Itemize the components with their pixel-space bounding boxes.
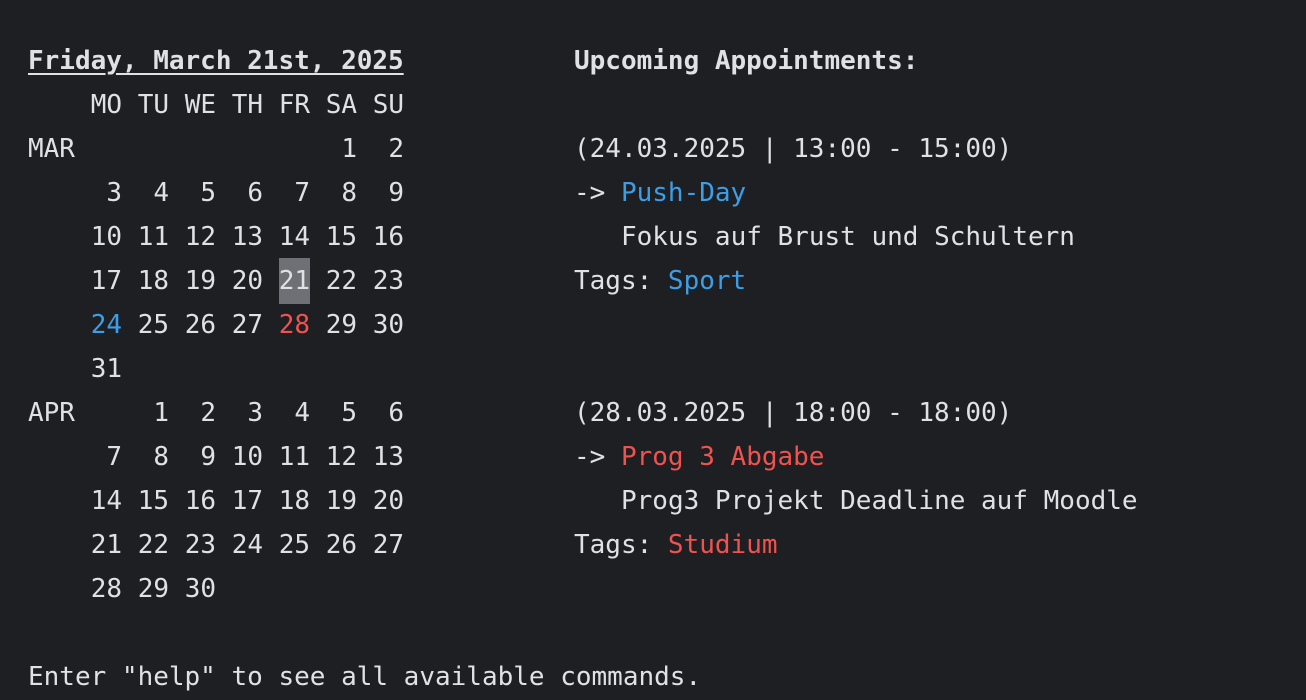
calendar-day[interactable]: 10 <box>75 215 122 259</box>
tag: Sport <box>667 266 747 296</box>
calendar-day[interactable]: 30 <box>357 303 404 347</box>
calendar-day[interactable]: 20 <box>357 479 404 523</box>
calendar-day[interactable]: 17 <box>216 479 263 523</box>
tags-label: Tags: <box>574 530 668 560</box>
calendar-day[interactable]: 19 <box>169 259 216 303</box>
calendar-day[interactable]: 1 <box>122 391 169 435</box>
current-date-title: Friday, March 21st, 2025 <box>28 46 404 76</box>
calendar-day[interactable]: 25 <box>263 523 310 567</box>
calendar-day[interactable]: 5 <box>310 391 357 435</box>
appointment-tags: Tags: Studium <box>574 523 778 567</box>
appointment-title: Push-Day <box>620 178 747 208</box>
weekday-label: TU <box>137 90 169 120</box>
calendar-day[interactable]: 31 <box>75 347 122 391</box>
calendar-day[interactable]: 26 <box>169 303 216 347</box>
weekday-label: WE <box>184 90 216 120</box>
calendar-day-with-appointment[interactable]: 24 <box>75 303 122 347</box>
calendar-day[interactable]: 28 <box>75 567 122 611</box>
calendar-day[interactable]: 26 <box>310 523 357 567</box>
calendar-day[interactable]: 18 <box>122 259 169 303</box>
calendar-day[interactable]: 24 <box>216 523 263 567</box>
calendar-day[interactable]: 25 <box>122 303 169 347</box>
calendar-day[interactable]: 5 <box>169 171 216 215</box>
weekday-label: SA <box>325 90 357 120</box>
appointment-datetime: (28.03.2025 | 18:00 - 18:00) <box>574 398 1013 428</box>
calendar-day[interactable]: 15 <box>310 215 357 259</box>
upcoming-appointments-heading: Upcoming Appointments: <box>574 46 919 76</box>
calendar-day-with-appointment[interactable]: 28 <box>263 303 310 347</box>
calendar-day[interactable]: 23 <box>169 523 216 567</box>
appointment-description: Prog3 Projekt Deadline auf Moodle <box>621 486 1138 516</box>
appointment-title: Prog 3 Abgabe <box>620 442 825 472</box>
calendar-day[interactable]: 7 <box>263 171 310 215</box>
appointment-datetime: (24.03.2025 | 13:00 - 15:00) <box>574 134 1013 164</box>
calendar-day[interactable]: 6 <box>216 171 263 215</box>
calendar-day[interactable]: 6 <box>357 391 404 435</box>
calendar-day[interactable]: 23 <box>357 259 404 303</box>
calendar-day[interactable]: 16 <box>357 215 404 259</box>
calendar-day[interactable]: 15 <box>122 479 169 523</box>
calendar-day[interactable]: 21 <box>75 523 122 567</box>
calendar-day[interactable]: 29 <box>122 567 169 611</box>
calendar-day[interactable]: 7 <box>75 435 122 479</box>
appointment-title-line: -> Push-Day <box>574 171 746 215</box>
calendar-day[interactable]: 1 <box>310 127 357 171</box>
calendar-day[interactable]: 3 <box>216 391 263 435</box>
calendar-day[interactable]: 10 <box>216 435 263 479</box>
calendar-day[interactable]: 14 <box>263 215 310 259</box>
calendar-day[interactable]: 14 <box>75 479 122 523</box>
calendar-day[interactable]: 19 <box>310 479 357 523</box>
month-label: MAR <box>28 134 75 164</box>
calendar-day[interactable]: 4 <box>122 171 169 215</box>
calendar-day-today[interactable]: 21 <box>263 258 310 304</box>
calendar-day[interactable]: 11 <box>263 435 310 479</box>
weekday-label: TH <box>231 90 263 120</box>
weekday-label: MO <box>90 90 122 120</box>
arrow-marker: -> <box>574 178 621 208</box>
weekday-label: SU <box>372 90 404 120</box>
calendar-day[interactable]: 8 <box>310 171 357 215</box>
calendar-day[interactable]: 20 <box>216 259 263 303</box>
calendar-day[interactable]: 11 <box>122 215 169 259</box>
arrow-marker: -> <box>574 442 621 472</box>
calendar-day[interactable]: 2 <box>357 127 404 171</box>
tag: Studium <box>667 530 778 560</box>
calendar-day[interactable]: 13 <box>216 215 263 259</box>
weekday-label: FR <box>278 90 310 120</box>
calendar-day[interactable]: 12 <box>169 215 216 259</box>
command-hint: Enter "help" to see all available comman… <box>28 662 702 692</box>
calendar-day[interactable]: 30 <box>169 567 216 611</box>
calendar-day[interactable]: 17 <box>75 259 122 303</box>
calendar-day[interactable]: 22 <box>122 523 169 567</box>
tags-label: Tags: <box>574 266 668 296</box>
calendar-day[interactable]: 4 <box>263 391 310 435</box>
calendar-day[interactable]: 13 <box>357 435 404 479</box>
calendar-day[interactable]: 18 <box>263 479 310 523</box>
calendar-day[interactable]: 16 <box>169 479 216 523</box>
month-label: APR <box>28 398 75 428</box>
calendar-day[interactable]: 12 <box>310 435 357 479</box>
appointment-tags: Tags: Sport <box>574 259 746 303</box>
calendar-day[interactable]: 29 <box>310 303 357 347</box>
calendar-day[interactable]: 9 <box>169 435 216 479</box>
today-highlight: 21 <box>278 258 310 304</box>
calendar-day[interactable]: 2 <box>169 391 216 435</box>
calendar-day[interactable]: 9 <box>357 171 404 215</box>
calendar-day[interactable]: 27 <box>216 303 263 347</box>
calendar-day[interactable]: 27 <box>357 523 404 567</box>
calendar-day[interactable]: 8 <box>122 435 169 479</box>
calendar-day[interactable]: 3 <box>75 171 122 215</box>
calendar-day[interactable]: 22 <box>310 259 357 303</box>
appointment-title-line: -> Prog 3 Abgabe <box>574 435 824 479</box>
appointment-description: Fokus auf Brust und Schultern <box>621 222 1075 252</box>
